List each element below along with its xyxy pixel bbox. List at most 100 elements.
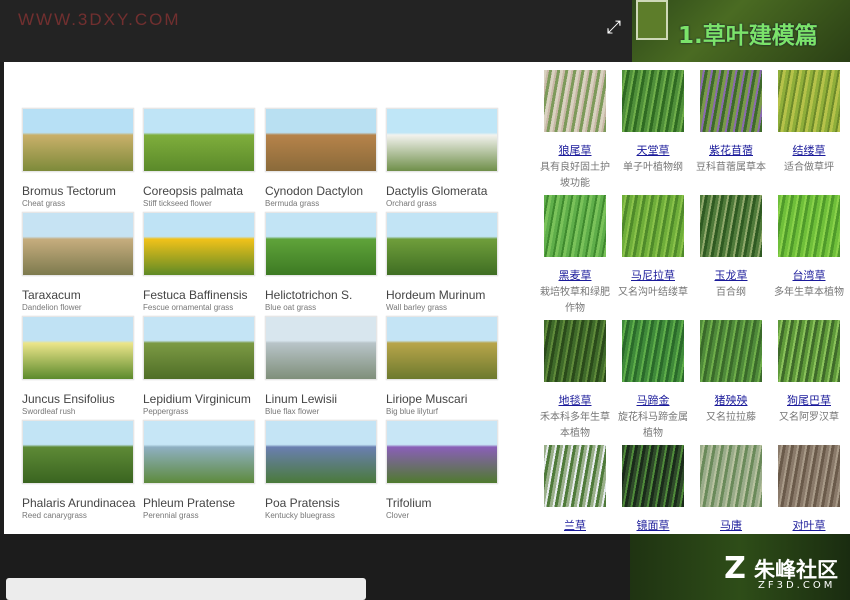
grass-card[interactable]: Trifolium Clover [386, 420, 502, 524]
grass-photo[interactable] [143, 316, 255, 380]
grass-card[interactable]: Lepidium Virginicum Peppergrass [143, 316, 259, 420]
chinese-grass-card[interactable]: 玉龙草 百合纲 [694, 193, 768, 317]
grass-photo[interactable] [386, 316, 498, 380]
chinese-grass-description: 旋花科马蹄金属植物 [618, 412, 688, 439]
chinese-grass-card[interactable]: 狼尾草具有良好固土护坡功能 [538, 68, 612, 192]
chinese-grass-link[interactable]: 对叶草 [772, 517, 846, 533]
chinese-grass-photo[interactable] [622, 195, 684, 257]
chinese-grass-card[interactable]: 天堂草 单子叶植物纲 [616, 68, 690, 192]
chinese-grass-link[interactable]: 马唐 [694, 517, 768, 533]
grass-card[interactable]: Bromus Tectorum Cheat grass [22, 108, 138, 212]
grass-card[interactable]: Liriope Muscari Big blue lilyturf [386, 316, 502, 420]
expand-icon[interactable]: ⤢ [604, 18, 624, 38]
grass-photo[interactable] [265, 108, 377, 172]
chinese-grass-card[interactable]: 马尼拉草 又名沟叶结缕草 [616, 193, 690, 317]
chinese-grass-link[interactable]: 猪殃殃 [694, 392, 768, 408]
chinese-grass-link[interactable]: 马蹄金 [616, 392, 690, 408]
chinese-grass-photo[interactable] [622, 320, 684, 382]
chinese-grass-photo[interactable] [778, 445, 840, 507]
chinese-grass-photo[interactable] [544, 445, 606, 507]
grass-photo[interactable] [265, 316, 377, 380]
chinese-grass-description: 又名阿罗汉草 [779, 412, 839, 423]
grass-photo[interactable] [143, 212, 255, 276]
grass-card[interactable]: Juncus Ensifolius Swordleaf rush [22, 316, 138, 420]
grass-photo[interactable] [386, 212, 498, 276]
chinese-grass-photo[interactable] [622, 70, 684, 132]
chinese-grass-card[interactable]: 马蹄金旋花科马蹄金属植物 [616, 318, 690, 442]
grass-photo[interactable] [22, 108, 134, 172]
watermark-text: WWW.3DXY.COM [18, 10, 181, 29]
grass-card[interactable]: Phleum Pratense Perennial grass [143, 420, 259, 524]
grass-photo[interactable] [22, 316, 134, 380]
chinese-grass-link[interactable]: 玉龙草 [694, 267, 768, 283]
grass-photo[interactable] [386, 420, 498, 484]
grass-photo[interactable] [22, 420, 134, 484]
grass-name: Liriope Muscari [386, 392, 468, 406]
horizontal-scrollbar[interactable] [6, 578, 366, 600]
grass-photo[interactable] [386, 108, 498, 172]
chinese-grass-link[interactable]: 天堂草 [616, 142, 690, 158]
grass-card[interactable]: Linum Lewisii Blue flax flower [265, 316, 381, 420]
chinese-grass-link[interactable]: 马尼拉草 [616, 267, 690, 283]
chinese-grass-photo[interactable] [700, 320, 762, 382]
chinese-grass-link[interactable]: 镜面草 [616, 517, 690, 533]
chinese-grass-photo[interactable] [778, 320, 840, 382]
chinese-grass-card[interactable]: 黑麦草栽培牧草和绿肥作物 [538, 193, 612, 317]
chinese-grass-card[interactable]: 猪殃殃 又名拉拉藤 [694, 318, 768, 442]
grass-card[interactable]: Hordeum Murinum Wall barley grass [386, 212, 502, 316]
chinese-grass-photo[interactable] [700, 445, 762, 507]
chinese-grass-photo[interactable] [622, 445, 684, 507]
chinese-grass-description: 栽培牧草和绿肥作物 [540, 287, 610, 314]
grass-common-name: Bermuda grass [265, 199, 320, 208]
grass-name: Hordeum Murinum [386, 288, 486, 302]
grass-common-name: Peppergrass [143, 407, 189, 416]
chinese-grass-card[interactable]: 台湾草 多年生草本植物 [772, 193, 846, 317]
thumbnail-frame[interactable] [636, 0, 668, 40]
grass-photo[interactable] [265, 420, 377, 484]
chinese-grass-link[interactable]: 台湾草 [772, 267, 846, 283]
grass-card[interactable]: Taraxacum Dandelion flower [22, 212, 138, 316]
grass-card[interactable]: Festuca Baffinensis Fescue ornamental gra… [143, 212, 259, 316]
chinese-grass-photo[interactable] [778, 70, 840, 132]
chinese-grass-link[interactable]: 紫花苜蓿 [694, 142, 768, 158]
grass-card[interactable]: Phalaris Arundinacea Reed canarygrass [22, 420, 138, 524]
chinese-grass-link[interactable]: 黑麦草 [538, 267, 612, 283]
grass-name: Cynodon Dactylon [265, 184, 364, 198]
chinese-grass-link[interactable]: 狗尾巴草 [772, 392, 846, 408]
chinese-grass-card[interactable]: 狗尾巴草又名阿罗汉草 [772, 318, 846, 442]
chinese-grass-card[interactable]: 地毯草 禾本科多年生草本植物 [538, 318, 612, 442]
grass-photo[interactable] [143, 108, 255, 172]
chinese-grass-link[interactable]: 狼尾草 [538, 142, 612, 158]
chinese-grass-description: 又名拉拉藤 [706, 412, 756, 423]
grass-card[interactable]: Cynodon Dactylon Bermuda grass [265, 108, 381, 212]
chinese-grass-photo[interactable] [544, 70, 606, 132]
grass-common-name: Kentucky bluegrass [265, 511, 335, 520]
grass-name: Bromus Tectorum [22, 184, 116, 198]
grass-common-name: Wall barley grass [386, 303, 448, 312]
chinese-grass-description: 具有良好固土护坡功能 [540, 162, 610, 189]
site-logo-icon: Z [724, 551, 746, 586]
grass-name: Juncus Ensifolius [22, 392, 115, 406]
chinese-grass-description: 豆科苜蓿属草本 [696, 162, 766, 173]
chinese-grass-link[interactable]: 兰草 [538, 517, 612, 533]
chinese-grass-photo[interactable] [700, 195, 762, 257]
grass-card[interactable]: Helictotrichon S. Blue oat grass [265, 212, 381, 316]
chinese-grass-description: 单子叶植物纲 [623, 162, 683, 173]
chinese-grass-photo[interactable] [700, 70, 762, 132]
grass-name: Festuca Baffinensis [143, 288, 248, 302]
grass-photo[interactable] [265, 212, 377, 276]
grass-card[interactable]: Poa Pratensis Kentucky bluegrass [265, 420, 381, 524]
grass-common-name: Clover [386, 511, 410, 520]
grass-photo[interactable] [143, 420, 255, 484]
chinese-grass-card[interactable]: 结缕草 适合做草坪 [772, 68, 846, 192]
chinese-grass-photo[interactable] [778, 195, 840, 257]
grass-card[interactable]: Coreopsis palmata Stiff tickseed flower [143, 108, 259, 212]
chinese-grass-link[interactable]: 结缕草 [772, 142, 846, 158]
grass-name: Coreopsis palmata [143, 184, 244, 198]
chinese-grass-card[interactable]: 紫花苜蓿豆科苜蓿属草本 [694, 68, 768, 192]
chinese-grass-photo[interactable] [544, 320, 606, 382]
grass-photo[interactable] [22, 212, 134, 276]
chinese-grass-photo[interactable] [544, 195, 606, 257]
chinese-grass-link[interactable]: 地毯草 [538, 392, 612, 408]
grass-card[interactable]: Dactylis Glomerata Orchard grass [386, 108, 502, 212]
